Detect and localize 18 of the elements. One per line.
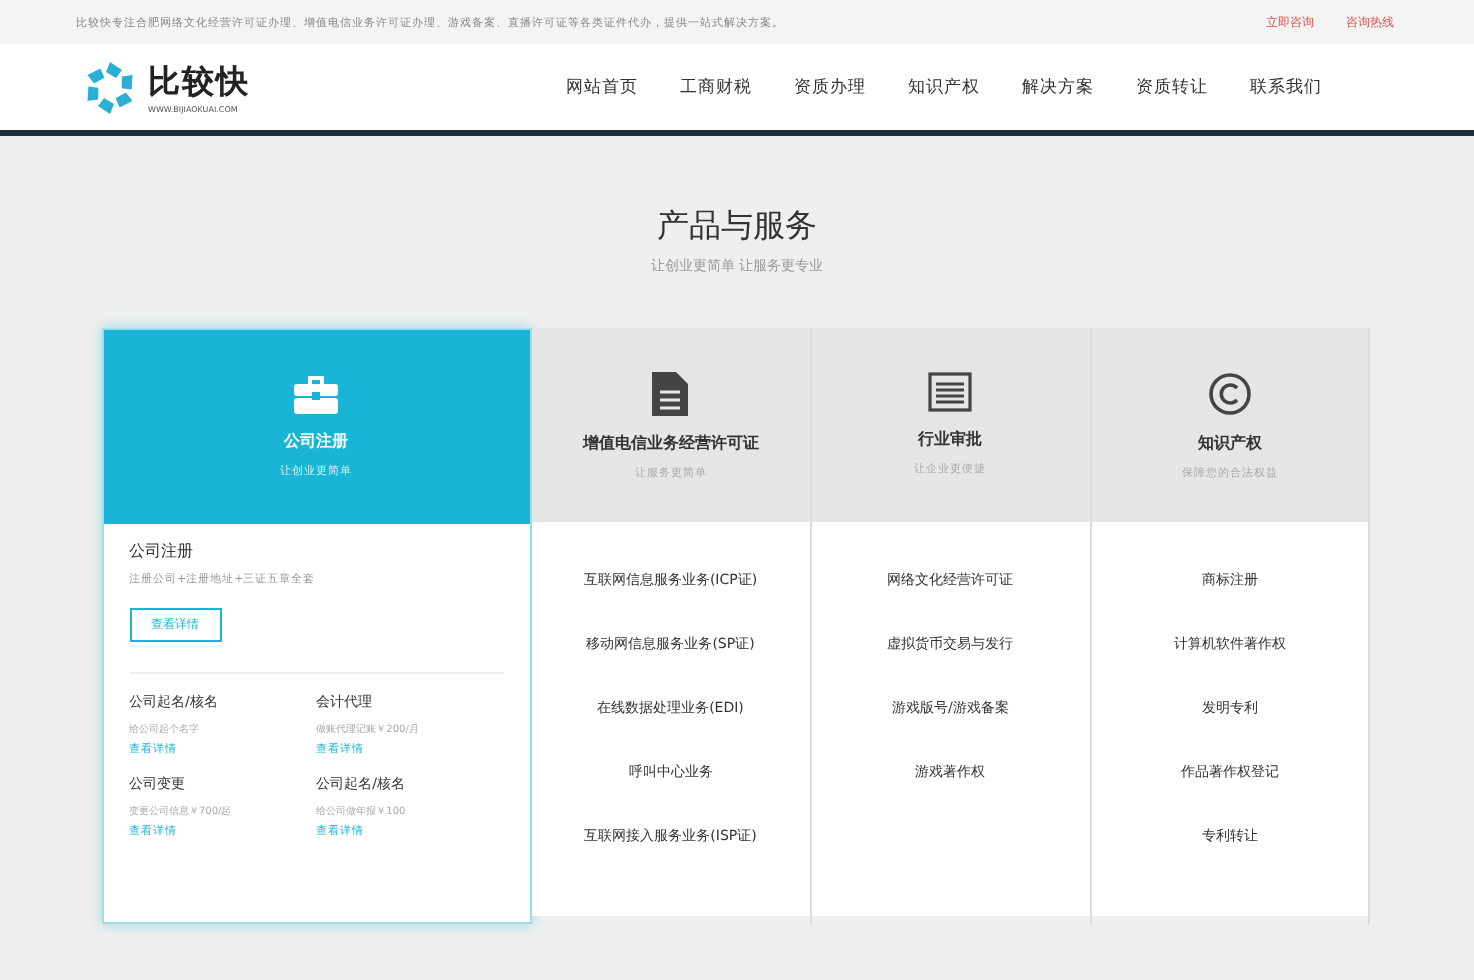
nav-link[interactable]: 资质转让 bbox=[1136, 75, 1208, 99]
logo-name: 比较快 bbox=[148, 61, 250, 103]
category-title: 增值电信业务经营许可证 bbox=[582, 432, 759, 454]
nav-link[interactable]: 联系我们 bbox=[1250, 75, 1322, 99]
nav-link[interactable]: 知识产权 bbox=[908, 75, 980, 99]
copyright-icon bbox=[1208, 372, 1253, 416]
category-title: 行业审批 bbox=[918, 428, 983, 450]
category-title: 知识产权 bbox=[1198, 432, 1263, 454]
briefcase-icon bbox=[294, 374, 339, 414]
nav-link[interactable]: 资质办理 bbox=[794, 75, 866, 99]
newspaper-icon bbox=[928, 372, 973, 412]
document-icon bbox=[652, 372, 689, 416]
section-title: 产品与服务 bbox=[657, 206, 817, 248]
nav-link[interactable]: 工商财税 bbox=[680, 75, 752, 99]
category-title: 公司注册 bbox=[284, 430, 349, 452]
nav-link[interactable]: 解决方案 bbox=[1022, 75, 1094, 99]
nav-link[interactable]: 网站首页 bbox=[566, 75, 638, 99]
detail-title: 公司注册 bbox=[129, 540, 193, 562]
